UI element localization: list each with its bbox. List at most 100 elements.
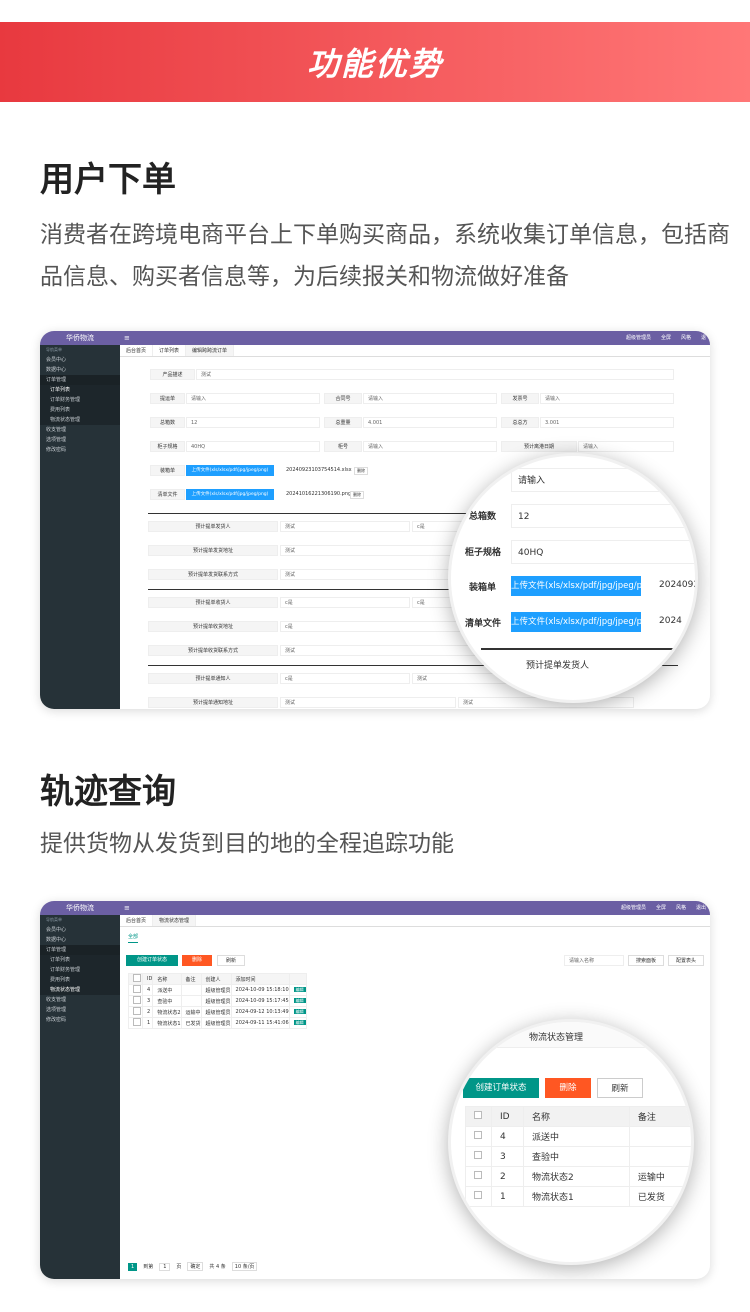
select-all-checkbox[interactable] xyxy=(133,974,141,982)
contract-input[interactable]: 请输入 xyxy=(363,393,497,404)
packing-file-name[interactable]: 20240923103754514.xlsx xyxy=(286,467,352,473)
row-checkbox[interactable] xyxy=(133,1018,141,1026)
list-upload-button[interactable]: 上传文件(xls/xlsx/pdf/jpg/jpeg/png) xyxy=(186,489,274,500)
notify-input[interactable]: c是 xyxy=(280,673,410,684)
zoom-create-button[interactable]: 创建订单状态 xyxy=(463,1078,539,1098)
row-checkbox[interactable] xyxy=(133,996,141,1004)
shipper-input[interactable]: 测试 xyxy=(280,521,410,532)
container-input[interactable]: 40HQ xyxy=(186,441,320,452)
sidebar-item-income[interactable]: 收支管理 xyxy=(40,425,120,435)
zoom-tab-logistics[interactable]: 物流状态管理 xyxy=(529,1030,583,1043)
zoom-row: 3 查验中 xyxy=(465,1146,691,1167)
sidebar-item-options[interactable]: 选项管理 xyxy=(40,435,120,445)
user-menu[interactable]: 超级管理员 xyxy=(621,901,646,915)
notify-address-input[interactable]: 测试 xyxy=(280,697,456,708)
zoom-container-input[interactable]: 40HQ xyxy=(511,540,695,564)
edit-button[interactable]: 编辑 xyxy=(293,1009,306,1014)
menu-toggle-icon[interactable]: ≡ xyxy=(124,331,130,345)
table-header: ID 名称 备注 创建人 添加时间 xyxy=(128,973,307,985)
top-bar: 华侨物流 ≡ 超级管理员 全屏 风格 退 xyxy=(40,331,710,345)
create-status-button[interactable]: 创建订单状态 xyxy=(126,955,178,966)
edit-button[interactable]: 编辑 xyxy=(293,998,306,1003)
packing-delete-button[interactable]: 删除 xyxy=(354,467,368,475)
sidebar-sub-order-list[interactable]: 订单列表 xyxy=(40,955,120,965)
row-checkbox[interactable] xyxy=(133,1007,141,1015)
search-panel-button[interactable]: 搜索面板 xyxy=(628,955,664,966)
sidebar-item-password[interactable]: 修改密码 xyxy=(40,1015,120,1025)
tab-home[interactable]: 后台首页 xyxy=(120,345,154,356)
search-input[interactable]: 请输入名称 xyxy=(564,955,624,966)
sidebar-sub-finance[interactable]: 订单财务管理 xyxy=(40,965,120,975)
sidebar-sub-logistics[interactable]: 物流状态管理 xyxy=(40,985,120,995)
zoom-input[interactable]: 请输入 xyxy=(511,468,695,492)
list-delete-button[interactable]: 删除 xyxy=(350,491,364,499)
list-file-name[interactable]: 20241016221306190.png xyxy=(286,491,351,497)
zoom-delete-button[interactable]: 删除 xyxy=(545,1078,591,1098)
tracking-input[interactable]: 请输入 xyxy=(186,393,320,404)
page-size-select[interactable]: 10 条/页 xyxy=(231,1262,258,1271)
user-menu[interactable]: 超级管理员 xyxy=(626,331,651,345)
sidebar-sub-fees[interactable]: 费用列表 xyxy=(40,405,120,415)
sidebar-sub-finance[interactable]: 订单财务管理 xyxy=(40,395,120,405)
zoom-list-upload[interactable]: 上传文件(xls/xlsx/pdf/jpg/jpeg/png) xyxy=(511,612,656,632)
volume-input[interactable]: 3.001 xyxy=(540,417,674,428)
menu-toggle-icon[interactable]: ≡ xyxy=(124,901,130,915)
sidebar-sub-fees[interactable]: 费用列表 xyxy=(40,975,120,985)
weight-input[interactable]: 4.001 xyxy=(363,417,497,428)
tab-logistics-status[interactable]: 物流状态管理 xyxy=(153,915,197,926)
zoom-row-id: 4 xyxy=(491,1126,524,1147)
sidebar-item-options[interactable]: 选项管理 xyxy=(40,1005,120,1015)
sidebar-item-password[interactable]: 修改密码 xyxy=(40,445,120,455)
zoom-select-all[interactable] xyxy=(474,1111,482,1119)
tab-order-list[interactable]: 订单列表 xyxy=(153,345,187,356)
sidebar-item-member[interactable]: 会员中心 xyxy=(40,925,120,935)
zoom-boxes-input[interactable]: 12 xyxy=(511,504,695,528)
zoom-packing-label: 装箱单 xyxy=(469,583,497,593)
zoom-packing-upload[interactable]: 上传文件(xls/xlsx/pdf/jpg/jpeg/png) xyxy=(511,576,656,596)
sidebar-item-data[interactable]: 数据中心 xyxy=(40,365,120,375)
boxes-input[interactable]: 12 xyxy=(186,417,320,428)
zoom-row-checkbox[interactable] xyxy=(474,1131,482,1139)
tab-home[interactable]: 后台首页 xyxy=(120,915,154,926)
sidebar-item-orders[interactable]: 订单管理 xyxy=(40,945,120,955)
zoom-table: ID 名称 备注 4 派送中 3 查验中 2 物流状态2 运输中 1 物流状态1… xyxy=(465,1106,691,1207)
zoom-row-checkbox[interactable] xyxy=(474,1191,482,1199)
product-desc-input[interactable]: 测试 xyxy=(196,369,674,380)
est-date-input[interactable]: 请输入 xyxy=(578,441,674,452)
invoice-label: 发票号 xyxy=(501,393,539,404)
row-name: 派送中 xyxy=(152,984,182,996)
sidebar-item-data[interactable]: 数据中心 xyxy=(40,935,120,945)
sidebar-item-orders[interactable]: 订单管理 xyxy=(40,375,120,385)
sidebar-item-income[interactable]: 收支管理 xyxy=(40,995,120,1005)
sidebar-sub-order-list[interactable]: 订单列表 xyxy=(40,385,120,395)
logout-button[interactable]: 退 xyxy=(701,331,706,345)
page-current[interactable]: 1 xyxy=(128,1262,138,1271)
zoom-list-file[interactable]: 2024 xyxy=(659,616,682,626)
delete-button[interactable]: 删除 xyxy=(182,955,212,966)
invoice-input[interactable]: 请输入 xyxy=(540,393,674,404)
row-checkbox[interactable] xyxy=(133,985,141,993)
sidebar-item-member[interactable]: 会员中心 xyxy=(40,355,120,365)
zoom-packing-file[interactable]: 2024092 xyxy=(659,580,695,590)
packing-upload-button[interactable]: 上传文件(xls/xlsx/pdf/jpg/jpeg/png) xyxy=(186,465,274,476)
subtab-all[interactable]: 全部 xyxy=(128,933,139,943)
zoom-refresh-button[interactable]: 刷新 xyxy=(597,1078,643,1098)
zoom-row-note xyxy=(628,1146,691,1167)
logout-button[interactable]: 退出 xyxy=(696,901,706,915)
fullscreen-button[interactable]: 全屏 xyxy=(661,331,671,345)
sidebar-sub-logistics[interactable]: 物流状态管理 xyxy=(40,415,120,425)
consignee-input[interactable]: c是 xyxy=(280,597,410,608)
zoom-row-checkbox[interactable] xyxy=(474,1171,482,1179)
cabinet-input[interactable]: 请输入 xyxy=(363,441,497,452)
fullscreen-button[interactable]: 全屏 xyxy=(656,901,666,915)
edit-button[interactable]: 编辑 xyxy=(293,987,306,992)
refresh-button[interactable]: 刷新 xyxy=(217,955,245,966)
page-goto-input[interactable]: 1 xyxy=(159,1262,171,1271)
config-columns-button[interactable]: 配置表头 xyxy=(668,955,704,966)
edit-button[interactable]: 编辑 xyxy=(293,1020,306,1025)
page-ok-button[interactable]: 确定 xyxy=(187,1262,204,1271)
style-button[interactable]: 风格 xyxy=(681,331,691,345)
tab-edit-order[interactable]: 编辑跨跨流订单 xyxy=(186,345,235,356)
zoom-row-checkbox[interactable] xyxy=(474,1151,482,1159)
style-button[interactable]: 风格 xyxy=(676,901,686,915)
